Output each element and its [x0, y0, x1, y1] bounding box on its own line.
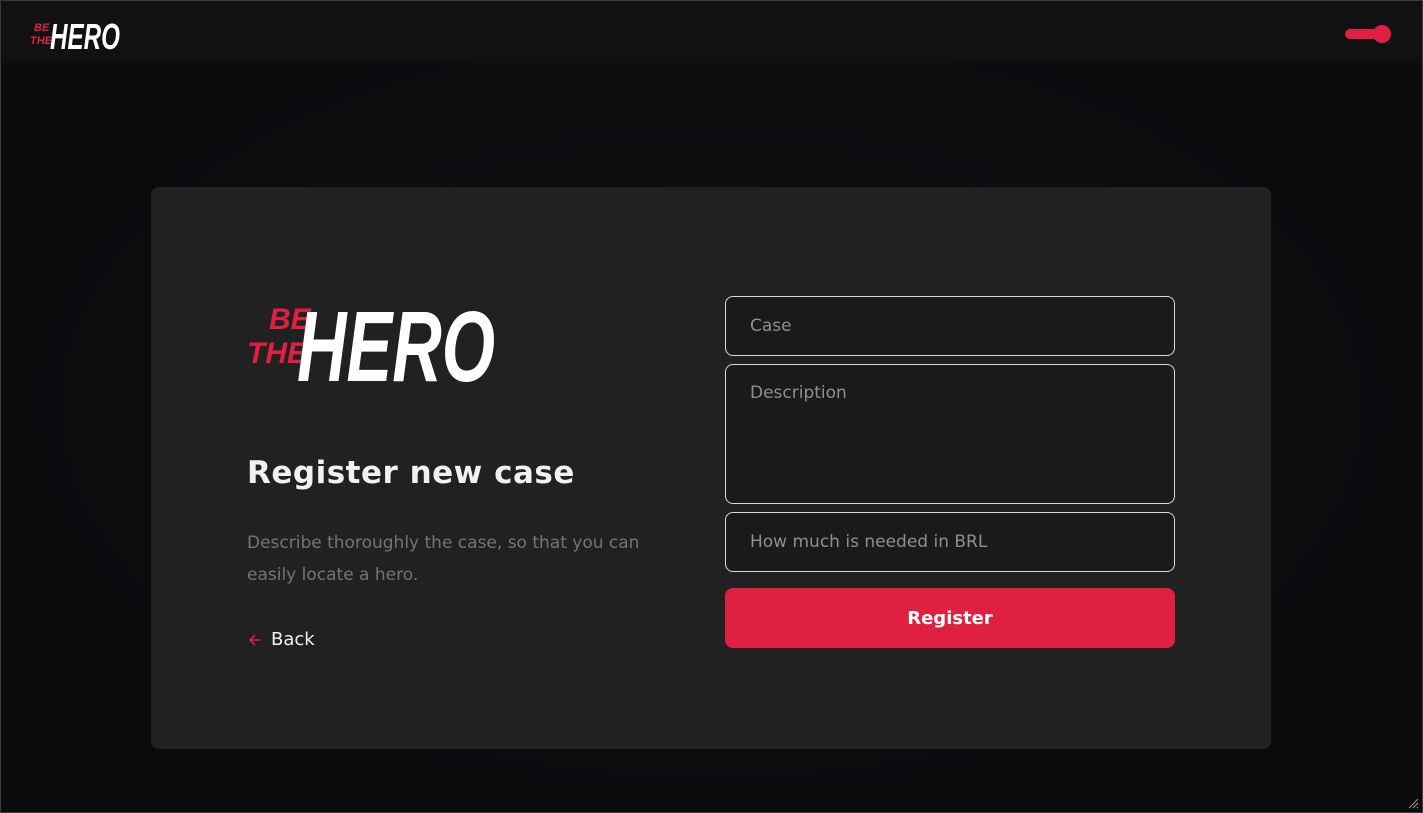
top-bar: BE THE HERO — [1, 1, 1422, 63]
theme-toggle-knob — [1373, 25, 1391, 43]
page-title: Register new case — [247, 455, 575, 491]
register-case-form: Register — [725, 296, 1175, 648]
page-description: Describe thoroughly the case, so that yo… — [247, 533, 640, 585]
resize-grip-icon[interactable] — [1407, 797, 1419, 809]
back-link[interactable]: Back — [247, 629, 315, 650]
register-case-card: BE THE HERO Register new case Describe t… — [151, 187, 1271, 749]
theme-toggle[interactable] — [1345, 25, 1391, 43]
case-description-textarea[interactable] — [725, 364, 1175, 504]
svg-text:BE: BE — [34, 22, 50, 34]
be-the-hero-logo-large: BE THE HERO — [247, 291, 495, 391]
be-the-hero-logo: BE THE HERO — [30, 16, 120, 52]
case-title-input[interactable] — [725, 296, 1175, 356]
arrow-left-icon — [249, 634, 261, 645]
svg-text:HERO: HERO — [297, 291, 495, 391]
value-brl-input[interactable] — [725, 512, 1175, 572]
app-window: BE THE HERO BE THE HERO Register new cas… — [0, 0, 1423, 813]
register-button[interactable]: Register — [725, 588, 1175, 648]
back-link-label: Back — [271, 629, 315, 650]
svg-text:HERO: HERO — [50, 16, 120, 52]
